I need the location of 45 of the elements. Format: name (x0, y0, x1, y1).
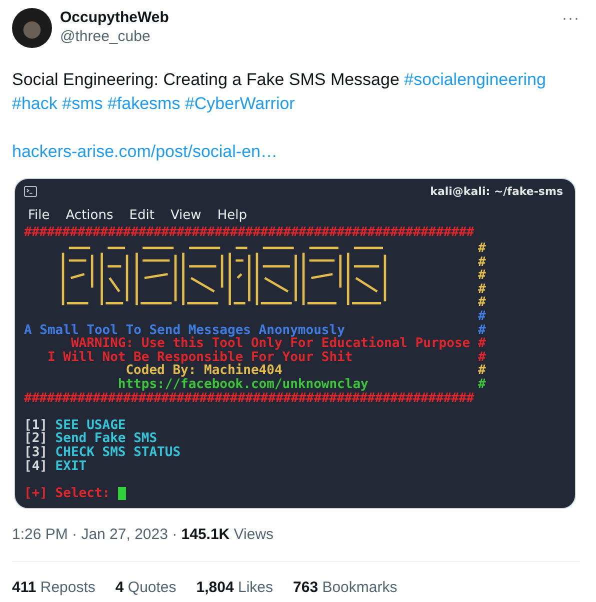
menu-item[interactable]: Actions (66, 208, 114, 222)
menu-item[interactable]: Edit (129, 208, 154, 222)
avatar[interactable] (12, 8, 52, 48)
tweet-text: Social Engineering: Creating a Fake SMS Message #socialengineering #hack #sms #fakesms #CyberWarrior (12, 69, 547, 115)
option-key: [4] (24, 460, 48, 474)
author-name[interactable]: OccupytheWeb (60, 9, 169, 27)
author-handle[interactable]: @three_cube (60, 27, 169, 47)
hash-rule: ########################################################### (24, 226, 474, 240)
cursor-block (118, 486, 126, 500)
hash-mark: # (478, 242, 486, 256)
stat-link[interactable]: 411 Reposts (12, 578, 96, 598)
banner-text: WARNING: Use this Tool Only For Educational Purpose (70, 337, 470, 351)
menu-option: SEE USAGE (55, 418, 126, 432)
more-button[interactable]: ··· (562, 10, 580, 27)
option-key: [3] (24, 446, 48, 460)
hash-mark: # (478, 324, 486, 338)
timestamp-line: 1:26 PM · Jan 27, 2023 · 145.1K Views (12, 525, 274, 545)
hash-mark: # (478, 256, 486, 270)
hash-mark: # (478, 282, 486, 296)
hash-mark: # (478, 269, 486, 283)
banner-text: I Will Not Be Responsible For Your Shit (47, 350, 353, 364)
select-prompt: [+] Select: (24, 486, 110, 500)
stat-link[interactable]: 4 Quotes (115, 578, 176, 598)
hash-rule: ########################################################### (24, 392, 474, 406)
hash-mark: # (478, 337, 486, 351)
window-title: kali@kali: ~/fake-sms (430, 184, 563, 198)
hash-mark: # (478, 296, 486, 310)
terminal-icon (24, 186, 37, 196)
stat-link[interactable]: 763 Bookmarks (293, 578, 398, 598)
menu-item[interactable]: Help (217, 208, 247, 222)
option-key: [1] (24, 418, 48, 432)
banner-text: Coded By: Machine404 (126, 364, 282, 378)
stat-link[interactable]: 1,804 Likes (196, 578, 274, 598)
hash-mark: # (478, 378, 486, 392)
menu-option: Send Fake SMS (55, 432, 158, 446)
hash-mark: # (478, 350, 486, 364)
menu-item[interactable]: File (28, 208, 50, 222)
option-key: [2] (24, 432, 48, 446)
banner-text: A Small Tool To Send Messages Anonymously (24, 324, 345, 338)
menu-item[interactable]: View (170, 208, 202, 222)
banner-text: https://facebook.com/unknownclay (118, 378, 368, 392)
hash-mark: # (478, 310, 486, 324)
hash-mark: # (478, 364, 486, 378)
menu-option: EXIT (55, 460, 87, 474)
menu-option: CHECK SMS STATUS (55, 446, 181, 460)
